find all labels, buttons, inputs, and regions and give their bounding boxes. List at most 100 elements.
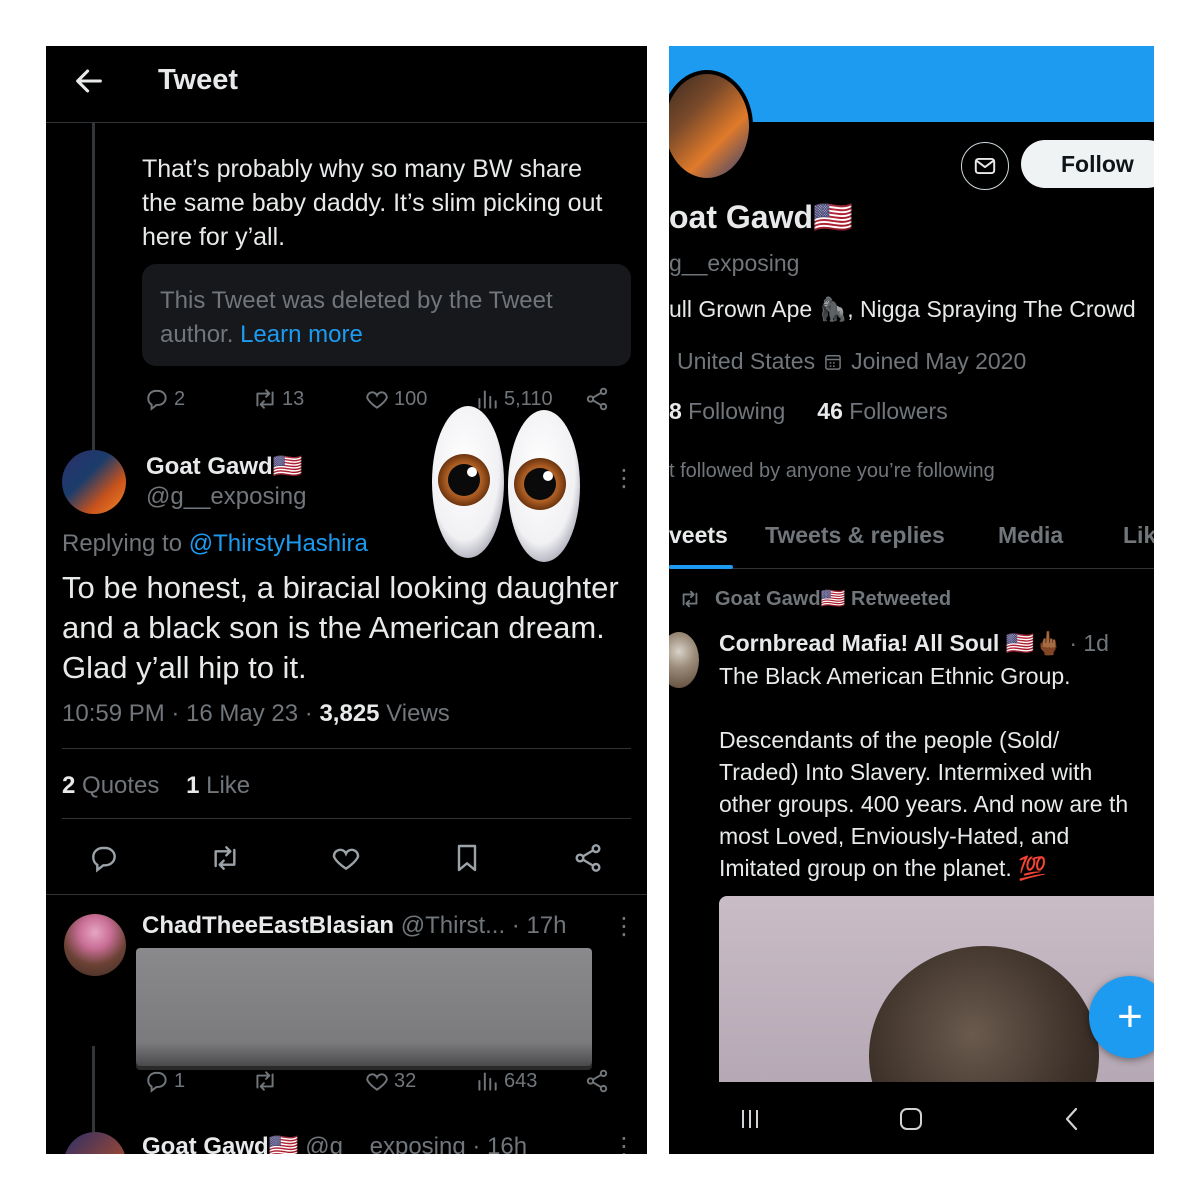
share-icon[interactable] (572, 842, 604, 874)
follow-button[interactable]: Follow (1021, 140, 1154, 188)
share-icon (586, 387, 608, 411)
author-name[interactable]: Goat Gawd🇺🇸 (146, 452, 303, 481)
retweet-count: 13 (282, 387, 305, 410)
back-arrow-icon[interactable] (72, 64, 106, 98)
tab-tweets[interactable]: veets (669, 522, 728, 549)
main-tweet-text: To be honest, a biracial looking daughte… (62, 570, 619, 685)
quotes-count: 2 (62, 772, 76, 799)
thread-line (92, 1046, 95, 1138)
divider (62, 818, 631, 819)
heart-icon (366, 391, 388, 409)
back-icon[interactable] (1057, 1104, 1087, 1134)
likes-link[interactable]: 1 Like (186, 772, 250, 799)
retweet-text: The Black American Ethnic Group. Descend… (719, 663, 1129, 881)
joined-text: Joined May 2020 (851, 348, 1027, 374)
profile-screen: Follow oat Gawd🇺🇸 g__exposing ull Grown … (669, 46, 1154, 1154)
tab-media[interactable]: Media (998, 522, 1063, 549)
deleted-tweet-notice: This Tweet was deleted by the Tweet auth… (142, 264, 631, 366)
engagement-summary: 2 Quotes 1 Like (62, 772, 250, 800)
active-tab-indicator (669, 565, 733, 569)
header-divider (46, 122, 647, 123)
avatar[interactable] (64, 914, 126, 976)
tweet-timestamp: 10:59 PM · 16 May 23 · (62, 700, 320, 727)
redaction-block (136, 948, 592, 1066)
reply-author[interactable]: Goat Gawd🇺🇸 @g__exposing · 16h (142, 1132, 527, 1154)
profile-location-row: United States Joined May 2020 (677, 348, 1026, 375)
retweeted-label: Goat Gawd🇺🇸 Retweeted (679, 586, 951, 611)
avatar[interactable] (64, 1132, 126, 1154)
share-action[interactable] (584, 386, 610, 412)
tab-divider (669, 568, 1154, 569)
reply-icon (147, 1071, 167, 1093)
location-text: United States (677, 348, 816, 374)
follow-counts: 8 Following 46 Followers (669, 398, 948, 425)
recent-apps-icon[interactable] (735, 1104, 765, 1134)
replying-prefix: Replying to (62, 530, 183, 557)
retweet-icon (256, 1071, 274, 1091)
reply-handle-time: @Thirst... · 17h (394, 912, 567, 939)
like-count: 100 (394, 387, 428, 410)
profile-name: oat Gawd🇺🇸 (669, 199, 853, 235)
reply-count: 1 (174, 1069, 186, 1092)
retweet-author[interactable]: Cornbread Mafia! All Soul 🇺🇸🖕🏾 · 1d (719, 630, 1109, 657)
reply-count: 2 (174, 387, 186, 410)
divider (46, 894, 647, 895)
followers-count: 46 (817, 398, 843, 424)
profile-bio: ull Grown Ape 🦍, Nigga Spraying The Crow… (669, 296, 1136, 322)
retweet-action[interactable] (252, 1068, 278, 1094)
followers-link[interactable]: 46 Followers (817, 398, 947, 424)
heart-icon[interactable] (330, 842, 362, 874)
following-count: 8 (669, 398, 682, 424)
more-options-icon[interactable]: ⋮ (612, 912, 636, 941)
eyes-emoji-icon (432, 406, 580, 562)
share-icon (586, 1069, 608, 1093)
retweet-icon[interactable] (209, 842, 241, 874)
retweeted-text: Goat Gawd🇺🇸 Retweeted (715, 588, 952, 610)
replying-to: Replying to @ThirstyHashira (62, 530, 368, 558)
reply-action[interactable]: 1 (144, 1068, 185, 1094)
views-count: 643 (504, 1069, 538, 1092)
retweet-action[interactable]: 13 (252, 386, 304, 412)
like-action[interactable]: 32 (364, 1068, 416, 1094)
tab-tweets-replies[interactable]: Tweets & replies (765, 522, 945, 549)
likes-count: 1 (186, 772, 200, 799)
followers-label: Followers (842, 398, 948, 424)
bookmark-icon[interactable] (451, 842, 483, 874)
following-link[interactable]: 8 Following (669, 398, 785, 424)
more-options-icon[interactable]: ⋮ (612, 464, 636, 493)
profile-handle: g__exposing (669, 250, 800, 276)
tweet-detail-screen: Tweet That’s probably why so many BW sha… (46, 46, 647, 1154)
calendar-icon (825, 354, 841, 370)
not-followed-notice: t followed by anyone you’re following (669, 460, 995, 482)
reply-action[interactable]: 2 (144, 386, 185, 412)
like-count: 32 (394, 1069, 417, 1092)
tab-likes[interactable]: Lik (1123, 522, 1154, 549)
avatar[interactable] (669, 70, 753, 182)
thread-line (92, 123, 95, 483)
reply-handle-time: @g__exposing · 16h (298, 1133, 528, 1154)
divider (62, 748, 631, 749)
mail-icon (974, 157, 996, 175)
reply-icon[interactable] (88, 842, 120, 874)
tweet-meta: 10:59 PM · 16 May 23 · 3,825 Views (62, 700, 450, 728)
retweet-icon (682, 590, 698, 607)
avatar[interactable] (62, 450, 126, 514)
parent-tweet-text: That’s probably why so many BW share the… (142, 155, 603, 251)
reply-author[interactable]: ChadTheeEastBlasian @Thirst... · 17h (142, 912, 567, 940)
likes-label: Like (199, 772, 251, 799)
replying-handle-link[interactable]: @ThirstyHashira (189, 530, 368, 557)
heart-icon (366, 1073, 388, 1091)
message-button[interactable] (961, 142, 1009, 190)
home-icon[interactable] (896, 1104, 926, 1134)
quotes-link[interactable]: 2 Quotes (62, 772, 159, 799)
learn-more-link[interactable]: Learn more (240, 321, 363, 348)
reply-author-name: ChadTheeEastBlasian (142, 912, 395, 939)
views-bar-icon (478, 1072, 497, 1091)
avatar[interactable] (669, 632, 699, 688)
tweet-media[interactable] (719, 896, 1154, 1096)
like-action[interactable]: 100 (364, 386, 427, 412)
share-action[interactable] (584, 1068, 610, 1094)
views-action[interactable]: 643 (474, 1068, 537, 1094)
more-options-icon[interactable]: ⋮ (612, 1132, 636, 1154)
author-handle[interactable]: @g__exposing (146, 483, 306, 511)
